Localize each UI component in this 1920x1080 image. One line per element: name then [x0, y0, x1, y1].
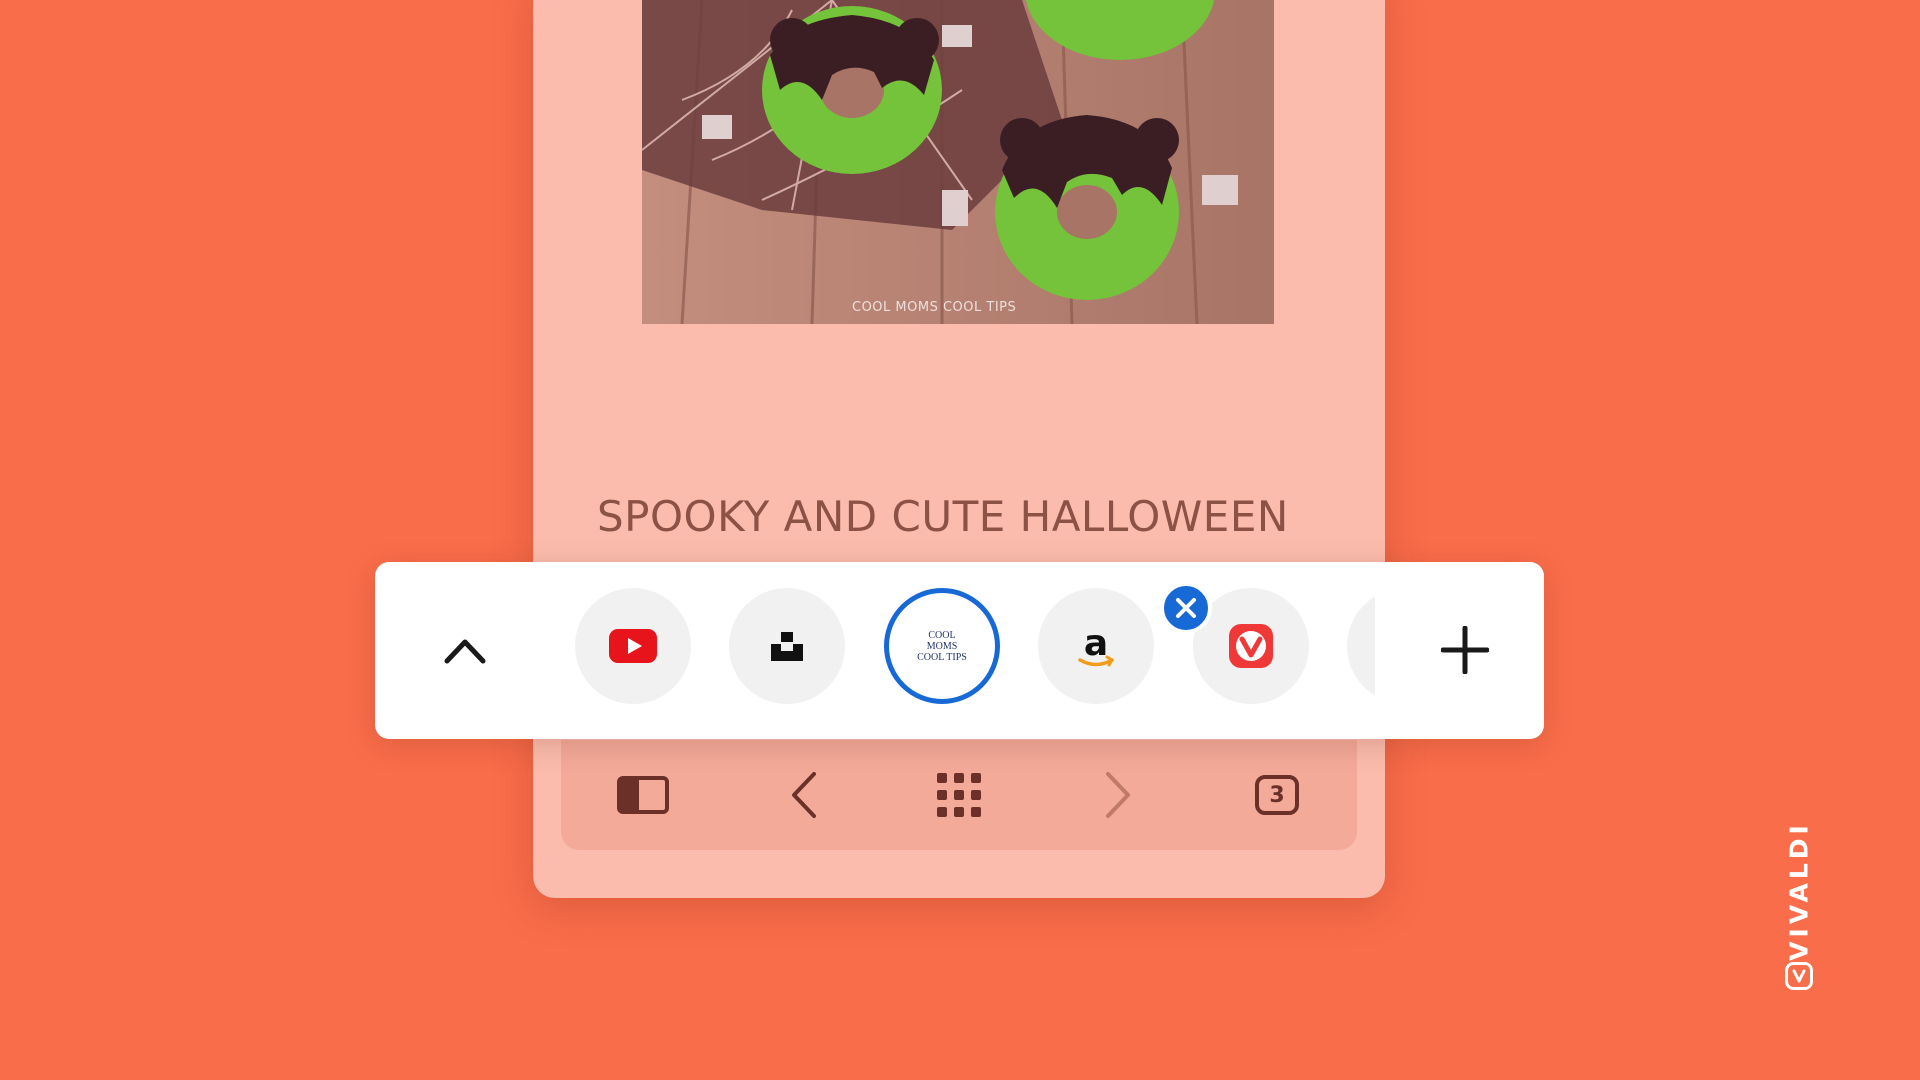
- vivaldi-icon: [1229, 624, 1273, 668]
- tab-strip: COOL MOMS COOL TIPS a: [575, 562, 1375, 739]
- collapse-tab-bar-button[interactable]: [425, 610, 505, 690]
- article-title: SPOOKY AND CUTE HALLOWEEN: [597, 492, 1289, 541]
- close-tab-button[interactable]: [1160, 582, 1212, 634]
- coolmoms-icon: COOL MOMS COOL TIPS: [917, 629, 967, 663]
- unsplash-icon: [771, 632, 803, 661]
- tab-amazon[interactable]: a: [1038, 588, 1154, 704]
- tab-switcher-button[interactable]: 3: [1241, 760, 1313, 830]
- brand-name: VIVALDI: [1784, 821, 1814, 961]
- vivaldi-brand: VIVALDI: [1779, 821, 1819, 990]
- photo-watermark: COOL MOMS COOL TIPS: [852, 300, 1017, 315]
- vivaldi-logo-icon: [1785, 962, 1813, 990]
- tab-partial[interactable]: [1347, 588, 1375, 704]
- panel-toggle-button[interactable]: [607, 760, 679, 830]
- tab-bar: COOL MOMS COOL TIPS a: [375, 562, 1544, 739]
- chevron-left-icon: [792, 772, 816, 818]
- close-icon: [1176, 598, 1196, 618]
- article-photo: COOL MOMS COOL TIPS: [642, 0, 1274, 324]
- tab-youtube[interactable]: [575, 588, 691, 704]
- forward-button[interactable]: [1083, 760, 1155, 830]
- donut-photo-image: [642, 0, 1274, 324]
- plus-icon: [1441, 626, 1489, 674]
- chevron-right-icon: [1106, 772, 1130, 818]
- tab-count-badge: 3: [1255, 775, 1299, 815]
- youtube-icon: [609, 629, 657, 663]
- bottom-toolbar: 3: [561, 740, 1357, 850]
- chevron-up-icon: [444, 639, 486, 664]
- panel-toggle-icon: [617, 776, 669, 814]
- amazon-letter: a: [1084, 623, 1108, 664]
- phone-frame: COOL MOMS COOL TIPS SPOOKY AND CUTE HALL…: [533, 0, 1385, 898]
- grid-icon: [937, 773, 981, 817]
- amazon-icon: a: [1078, 623, 1115, 667]
- new-tab-button[interactable]: [1425, 610, 1505, 690]
- tab-coolmoms[interactable]: COOL MOMS COOL TIPS: [884, 588, 1000, 704]
- tab-unsplash[interactable]: [729, 588, 845, 704]
- back-button[interactable]: [767, 760, 839, 830]
- speed-dial-button[interactable]: [923, 760, 995, 830]
